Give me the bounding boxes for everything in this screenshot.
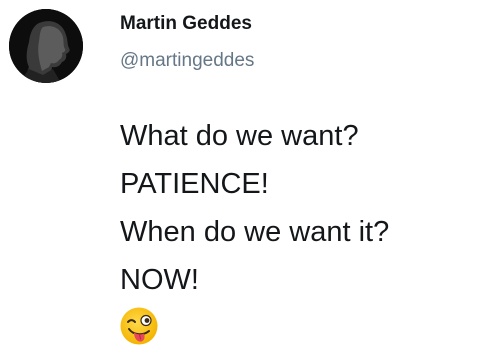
tweet-line: NOW! <box>120 264 199 296</box>
tweet-text: What do we want? PATIENCE! When do we wa… <box>120 112 389 304</box>
author-avatar[interactable] <box>9 9 83 83</box>
author-display-name[interactable]: Martin Geddes <box>120 12 254 36</box>
author-handle[interactable]: @martingeddes <box>120 48 254 74</box>
tweet-line: When do we want it? <box>120 216 390 248</box>
tweet-header: Martin Geddes @martingeddes <box>120 12 254 74</box>
profile-photo-icon <box>9 9 83 83</box>
tweet-line: PATIENCE! <box>120 168 269 200</box>
tweet-line: What do we want? <box>120 120 359 152</box>
winking-face-with-tongue-icon <box>119 306 159 346</box>
